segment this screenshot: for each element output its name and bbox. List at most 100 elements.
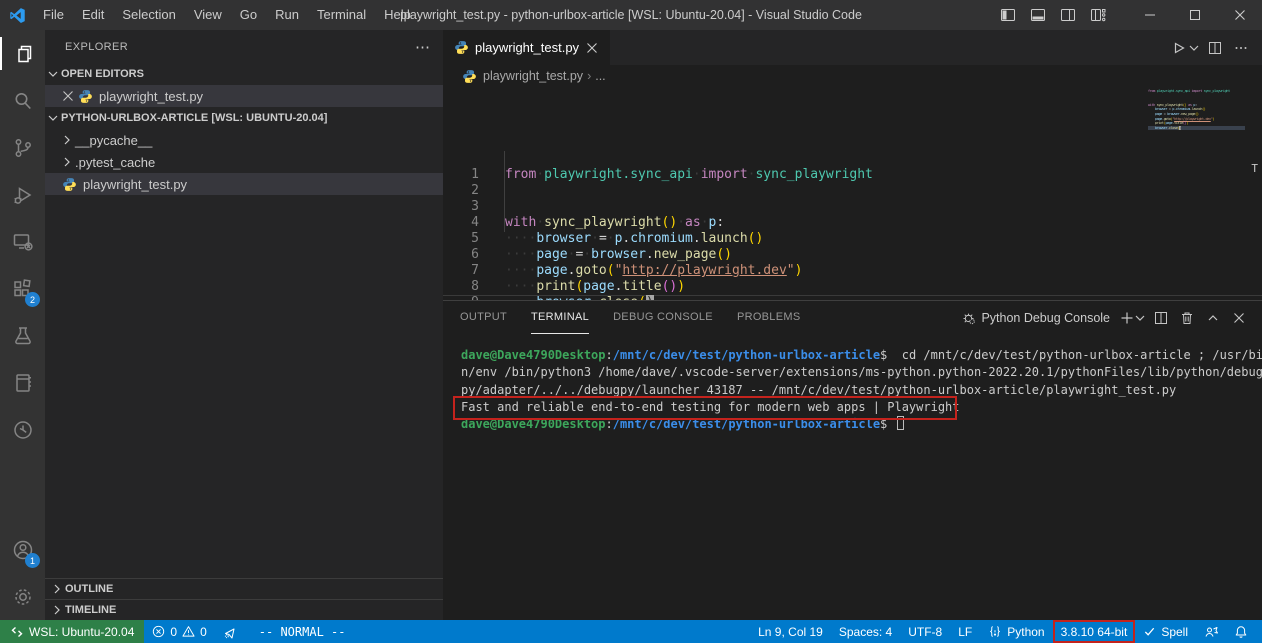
tree-folder-.pytest_cache[interactable]: .pytest_cache <box>45 151 443 173</box>
code-line-2[interactable]: 2 <box>443 183 1262 199</box>
breadcrumb[interactable]: playwright_test.py › ... <box>443 65 1262 87</box>
spell-checker[interactable]: Spell <box>1135 620 1196 643</box>
chevron-right-icon <box>59 154 75 170</box>
code-line-5[interactable]: 5····browser·=·p.chromium.launch() <box>443 231 1262 247</box>
activitybar-explorer[interactable] <box>0 30 45 77</box>
indentation[interactable]: Spaces: 4 <box>831 620 900 643</box>
close-editor-icon[interactable] <box>59 87 77 105</box>
activitybar-timeline-view[interactable] <box>0 406 45 453</box>
terminal-dropdown-icon[interactable] <box>1132 305 1148 331</box>
check-icon <box>1143 625 1156 638</box>
more-actions-icon[interactable]: ⋯ <box>415 38 431 56</box>
python-interpreter[interactable]: 3.8.10 64-bit <box>1053 620 1136 643</box>
maximize-button[interactable] <box>1172 0 1217 30</box>
run-dropdown-icon[interactable] <box>1186 35 1202 61</box>
folder-section[interactable]: PYTHON-URLBOX-ARTICLE [WSL: UBUNTU-20.04… <box>45 107 443 129</box>
status-bar: WSL: Ubuntu-20.04 0 0 -- NORMAL -- Ln 9,… <box>0 620 1262 643</box>
menu-item-view[interactable]: View <box>185 0 231 30</box>
maximize-panel-icon[interactable] <box>1200 305 1226 331</box>
activitybar-run-and-debug[interactable] <box>0 171 45 218</box>
feedback-icon <box>1204 625 1218 639</box>
bell-icon <box>1234 625 1248 639</box>
badge: 2 <box>25 292 40 307</box>
code-line-1[interactable]: 1from·playwright.sync_api·import·sync_pl… <box>443 167 1262 183</box>
badge: 1 <box>25 553 40 568</box>
encoding[interactable]: UTF-8 <box>900 620 950 643</box>
menu-item-go[interactable]: Go <box>231 0 266 30</box>
activitybar-notebook[interactable] <box>0 359 45 406</box>
notifications[interactable] <box>1226 620 1256 643</box>
layout-sidebar-left-icon[interactable] <box>993 0 1023 30</box>
activitybar-testing[interactable] <box>0 312 45 359</box>
close-window-button[interactable] <box>1217 0 1262 30</box>
code-line-8[interactable]: 8····print(page.title()) <box>443 279 1262 295</box>
activitybar-extensions[interactable]: 2 <box>0 265 45 312</box>
menu-item-edit[interactable]: Edit <box>73 0 113 30</box>
open-editor-item[interactable]: playwright_test.py <box>45 85 443 107</box>
activitybar-accounts[interactable]: 1 <box>0 526 45 573</box>
terminal-cursor <box>897 416 904 430</box>
rocket-icon <box>223 625 237 639</box>
cursor-position[interactable]: Ln 9, Col 19 <box>750 620 831 643</box>
activitybar-settings[interactable] <box>0 573 45 620</box>
minimap[interactable]: from playwright.sync_api import sync_pla… <box>1148 89 1245 130</box>
code-line-3[interactable]: 3 <box>443 199 1262 215</box>
split-editor-icon[interactable] <box>1202 35 1228 61</box>
remote-icon <box>10 625 24 639</box>
terminal-line: Fast and reliable end-to-end testing for… <box>461 399 1256 416</box>
panel-tab-problems[interactable]: PROBLEMS <box>737 301 801 334</box>
breadcrumb-separator: › <box>587 69 591 83</box>
code-editor[interactable]: from playwright.sync_api import sync_pla… <box>443 87 1262 300</box>
gear-icon <box>11 585 35 609</box>
outline-section[interactable]: OUTLINE <box>45 578 443 599</box>
terminal-line: dave@Dave4790Desktop:/mnt/c/dev/test/pyt… <box>461 347 1256 364</box>
tree-folder-__pycache__[interactable]: __pycache__ <box>45 129 443 151</box>
terminal-picker[interactable]: Python Debug Console <box>961 310 1110 325</box>
menu-item-run[interactable]: Run <box>266 0 308 30</box>
language-mode[interactable]: Python <box>980 620 1052 643</box>
code-line-4[interactable]: 4with·sync_playwright()·as·p: <box>443 215 1262 231</box>
panel-tab-debug-console[interactable]: DEBUG CONSOLE <box>613 301 713 334</box>
panel-tab-output[interactable]: OUTPUT <box>460 301 507 334</box>
minimize-button[interactable] <box>1127 0 1172 30</box>
eol-indicator[interactable]: LF <box>950 620 980 643</box>
layout-sidebar-right-icon[interactable] <box>1053 0 1083 30</box>
overview-ruler-marker: T <box>1251 161 1258 177</box>
close-panel-icon[interactable] <box>1226 305 1252 331</box>
chevron-right-icon <box>49 602 65 618</box>
layout-panel-icon[interactable] <box>1023 0 1053 30</box>
menu-item-selection[interactable]: Selection <box>113 0 184 30</box>
explorer-sidebar: EXPLORER ⋯ OPEN EDITORS playwright_test.… <box>45 30 443 620</box>
terminal-line: n/env /bin/python3 /home/dave/.vscode-se… <box>461 364 1256 381</box>
tree-file-playwright_test.py[interactable]: playwright_test.py <box>45 173 443 195</box>
close-tab-icon[interactable] <box>582 38 602 58</box>
problems-indicator[interactable]: 0 0 <box>144 620 214 643</box>
chevron-right-icon <box>49 581 65 597</box>
debug-run-indicator[interactable] <box>215 620 245 643</box>
open-editors-section[interactable]: OPEN EDITORS <box>45 63 443 85</box>
menu-item-help[interactable]: Help <box>375 0 420 30</box>
editor-more-actions-icon[interactable] <box>1228 35 1254 61</box>
source-control-icon <box>11 136 35 160</box>
panel-header: OUTPUT TERMINAL DEBUG CONSOLE PROBLEMS Pyth… <box>443 301 1262 334</box>
tab-playwright-test[interactable]: playwright_test.py <box>443 30 610 65</box>
chevron-down-icon <box>45 66 61 82</box>
code-line-7[interactable]: 7····page.goto("http://playwright.dev") <box>443 263 1262 279</box>
bottom-panel: OUTPUT TERMINAL DEBUG CONSOLE PROBLEMS Pyth… <box>443 300 1262 620</box>
panel-tab-terminal[interactable]: TERMINAL <box>531 301 589 334</box>
terminal-output[interactable]: dave@Dave4790Desktop:/mnt/c/dev/test/pyt… <box>461 347 1256 433</box>
activitybar-search[interactable] <box>0 77 45 124</box>
activitybar-remote-explorer[interactable] <box>0 218 45 265</box>
kill-terminal-icon[interactable] <box>1174 305 1200 331</box>
menu-item-terminal[interactable]: Terminal <box>308 0 375 30</box>
activitybar-source-control[interactable] <box>0 124 45 171</box>
code-line-6[interactable]: 6····page·=·browser.new_page() <box>443 247 1262 263</box>
feedback[interactable] <box>1196 620 1226 643</box>
layout-customize-icon[interactable] <box>1083 0 1113 30</box>
remote-indicator[interactable]: WSL: Ubuntu-20.04 <box>0 620 144 643</box>
split-terminal-icon[interactable] <box>1148 305 1174 331</box>
chevron-down-icon <box>45 110 61 126</box>
timeline-section[interactable]: TIMELINE <box>45 599 443 620</box>
clock-icon <box>11 418 35 442</box>
menu-item-file[interactable]: File <box>34 0 73 30</box>
